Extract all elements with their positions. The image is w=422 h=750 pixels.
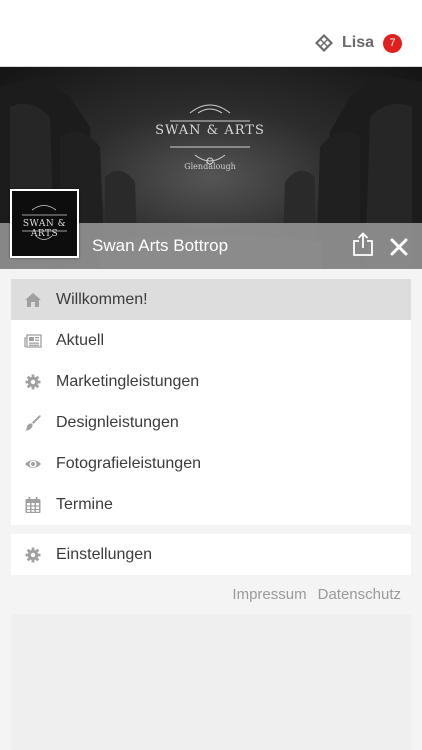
menu-item-marketingleistungen[interactable]: Marketingleistungen [11,361,411,402]
close-icon[interactable] [389,237,409,257]
menu-item-label: Designleistungen [56,413,179,431]
bottom-panel [11,614,411,750]
menu-item-label: Fotografieleistungen [56,454,201,472]
menu-item-label: Einstellungen [56,545,153,563]
footer-links: Impressum Datenschutz [232,586,401,603]
ornament-icon [170,104,250,165]
menu-item-einstellungen[interactable]: Einstellungen [11,534,411,575]
menu-item-fotografieleistungen[interactable]: Fotografieleistungen [11,443,411,484]
eye-icon [25,460,41,468]
impressum-link[interactable]: Impressum [232,586,306,603]
app-logo-icon [314,34,333,52]
avatar[interactable]: SWAN & ARTS [10,189,79,258]
gear-icon [25,374,41,390]
menu-item-label: Willkommen! [56,290,148,308]
home-icon [25,293,41,307]
main-menu: Willkommen! Aktuell Marketingleistungen … [11,279,411,525]
menu-item-label: Marketingleistungen [56,372,200,390]
gear-icon [25,547,41,563]
menu-item-label: Aktuell [56,331,105,349]
top-bar: Lisa 7 [0,0,422,67]
datenschutz-link[interactable]: Datenschutz [318,586,401,603]
menu-item-aktuell[interactable]: Aktuell [11,320,411,361]
brush-icon [25,415,41,431]
user-name[interactable]: Lisa [342,34,374,52]
menu-item-willkommen[interactable]: Willkommen! [11,279,411,320]
hero-logo: SWAN & ARTS Glendalough [150,99,270,171]
avatar-ornament-icon [22,205,67,240]
profile-title: Swan Arts Bottrop [92,236,229,255]
newspaper-icon [24,334,42,348]
menu-item-label: Termine [56,495,113,513]
user-menu[interactable]: Lisa 7 [314,33,402,53]
calendar-icon [25,497,41,513]
share-icon[interactable] [352,232,374,256]
menu-item-designleistungen[interactable]: Designleistungen [11,402,411,443]
settings-menu: Einstellungen [11,534,411,575]
notification-badge[interactable]: 7 [383,33,402,53]
menu-item-termine[interactable]: Termine [11,484,411,525]
